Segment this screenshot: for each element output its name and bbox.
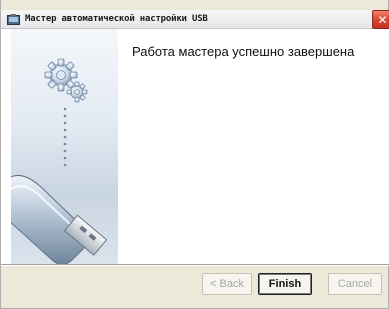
wizard-window: Мастер автоматической настройки USB ✕ Ра… [0,0,389,309]
usb-drive-icon [6,174,108,265]
close-icon: ✕ [377,12,388,27]
wizard-side-panel [6,29,118,265]
title-bar[interactable]: Мастер автоматической настройки USB ✕ [1,10,389,29]
dotted-connector [63,107,67,167]
usb-drive-illustration [6,58,108,265]
footer-divider [1,264,389,266]
cancel-button[interactable]: Cancel [328,273,382,295]
close-button[interactable]: ✕ [372,10,389,29]
window-title: Мастер автоматической настройки USB [25,14,208,24]
completion-message: Работа мастера успешно завершена [132,44,355,59]
back-button[interactable]: < Back [202,273,252,295]
finish-button[interactable]: Finish [258,273,312,295]
gear-icon [44,58,78,92]
app-icon [7,13,20,25]
